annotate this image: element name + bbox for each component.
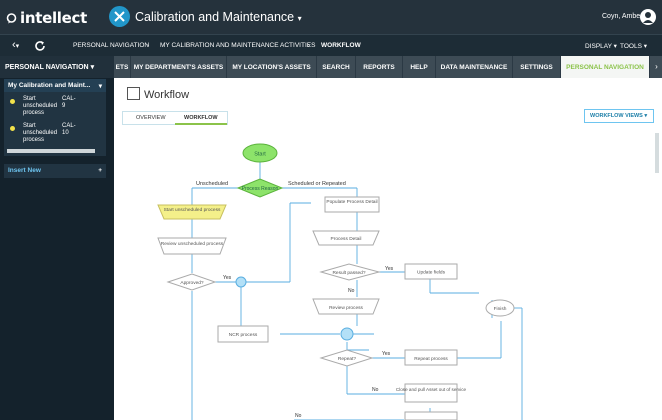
- breadcrumb-separator-icon: ›: [147, 42, 150, 49]
- display-menu[interactable]: DISPLAY ▾: [585, 42, 617, 50]
- insert-new-button[interactable]: Insert New +: [4, 164, 106, 178]
- node-start[interactable]: Start: [242, 143, 278, 163]
- sidebar: PERSONAL NAVIGATION ▾ My Calibration and…: [0, 56, 114, 420]
- svg-text:Start unscheduled process: Start unscheduled process: [164, 207, 221, 213]
- svg-text:Close and pull Asset out of se: Close and pull Asset out of service: [396, 387, 467, 392]
- back-icon[interactable]: ‹▾: [12, 40, 19, 52]
- label-yes-repeat: Yes: [382, 351, 391, 357]
- refresh-icon[interactable]: [34, 39, 46, 57]
- tab-search[interactable]: SEARCH: [317, 56, 356, 78]
- node-review-process[interactable]: Review process: [312, 298, 380, 315]
- svg-text:Approved?: Approved?: [180, 280, 204, 286]
- tab-data-maintenance[interactable]: DATA MAINTENANCE: [436, 56, 513, 78]
- node-finish[interactable]: Finish: [485, 299, 515, 317]
- breadcrumb-workflow: WORKFLOW: [321, 42, 361, 49]
- user-avatar-icon[interactable]: [640, 9, 656, 25]
- chevron-down-icon: ▾: [297, 14, 302, 23]
- svg-text:Finish: Finish: [494, 306, 507, 312]
- label-yes-approved: Yes: [223, 275, 232, 281]
- node-process-reason[interactable]: Process Reason: [236, 178, 284, 198]
- app-title[interactable]: Calibration and Maintenance ▾: [135, 10, 302, 24]
- label-no-result: No: [348, 288, 355, 294]
- sidebar-panel: My Calibration and Maint... ▾ Start unsch…: [4, 79, 106, 156]
- svg-text:Repeat process: Repeat process: [414, 356, 448, 362]
- label-unscheduled: Unscheduled: [196, 181, 228, 187]
- breadcrumb-personal-navigation[interactable]: PERSONAL NAVIGATION: [73, 42, 149, 49]
- navigation-bar: ‹▾ PERSONAL NAVIGATION › MY CALIBRATION …: [0, 34, 662, 56]
- logo-text: intellect: [20, 9, 87, 27]
- workflow-content: Workflow OVERVIEW WORKFLOW WORKFLOW VIEW…: [114, 78, 662, 420]
- tab-help[interactable]: HELP: [403, 56, 436, 78]
- junction-icon: [235, 276, 247, 288]
- tab-settings[interactable]: SETTINGS: [513, 56, 561, 78]
- top-bar: intellect Calibration and Maintenance ▾ …: [0, 0, 662, 34]
- svg-text:NCR process: NCR process: [229, 332, 258, 338]
- node-process-detail[interactable]: Process Detail: [312, 230, 380, 246]
- plus-icon: +: [98, 167, 102, 174]
- junction-icon: [340, 327, 354, 341]
- main-tabs: ETS MY DEPARTMENT'S ASSETS MY LOCATION'S…: [114, 56, 662, 78]
- tab-scroll-right-icon[interactable]: ›: [651, 56, 662, 78]
- tab-location-assets[interactable]: MY LOCATION'S ASSETS: [227, 56, 317, 78]
- tab-assets[interactable]: ETS: [114, 56, 131, 78]
- label-yes-result: Yes: [385, 266, 394, 272]
- node-repeat[interactable]: Repeat?: [319, 349, 374, 367]
- node-populate[interactable]: Populate Process Detail: [324, 196, 380, 213]
- svg-text:Result passed?: Result passed?: [332, 270, 365, 276]
- breadcrumb-activities[interactable]: MY CALIBRATION AND MAINTENANCE ACTIVITIE…: [160, 42, 315, 49]
- tab-personal-navigation[interactable]: PERSONAL NAVIGATION: [561, 56, 650, 78]
- node-ncr-process[interactable]: NCR process: [217, 325, 269, 343]
- svg-text:Process Detail: Process Detail: [331, 236, 362, 242]
- svg-text:Repeat?: Repeat?: [338, 356, 356, 362]
- node-result-passed[interactable]: Result passed?: [319, 263, 381, 281]
- status-dot-icon: [10, 126, 15, 131]
- status-dot-icon: [10, 99, 15, 104]
- sidebar-panel-scrollbar[interactable]: [7, 149, 95, 153]
- svg-text:Update fields: Update fields: [417, 270, 446, 276]
- label-no-repeat: No: [372, 387, 379, 393]
- label-scheduled: Scheduled or Repeated: [288, 181, 346, 187]
- svg-text:Start: Start: [254, 152, 266, 158]
- node-review-unscheduled[interactable]: Review unscheduled process: [157, 237, 227, 255]
- node-update-fields[interactable]: Update fields: [404, 263, 458, 280]
- node-repeat-process[interactable]: Repeat process: [404, 349, 458, 366]
- sidebar-header[interactable]: PERSONAL NAVIGATION ▾: [0, 56, 114, 78]
- app-logo[interactable]: intellect: [6, 9, 87, 27]
- svg-text:Review process: Review process: [329, 305, 363, 311]
- svg-text:Review unscheduled process: Review unscheduled process: [161, 241, 224, 247]
- breadcrumb-separator-icon: ›: [308, 42, 311, 49]
- tab-reports[interactable]: REPORTS: [356, 56, 403, 78]
- node-close-pull[interactable]: Close and pull Asset out of service: [396, 383, 467, 403]
- node-start-unscheduled[interactable]: Start unscheduled process: [157, 204, 227, 220]
- node-bottom[interactable]: [404, 411, 458, 420]
- app-module-icon: [109, 6, 130, 27]
- tools-menu[interactable]: TOOLS ▾: [620, 42, 647, 50]
- user-name[interactable]: Coyn, Amber: [602, 13, 642, 20]
- workflow-diagram: Start Process Reason Unscheduled Schedul…: [157, 143, 523, 420]
- tab-department-assets[interactable]: MY DEPARTMENT'S ASSETS: [131, 56, 227, 78]
- label-no-bottom: No: [295, 413, 302, 419]
- node-approved[interactable]: Approved?: [166, 273, 217, 291]
- chevron-down-icon: ▾: [98, 83, 102, 90]
- logo-bubble-icon: [6, 12, 17, 23]
- svg-text:Process Reason: Process Reason: [242, 186, 279, 192]
- sidebar-panel-title[interactable]: My Calibration and Maint... ▾: [4, 79, 106, 92]
- svg-text:Populate Process Detail: Populate Process Detail: [326, 199, 377, 205]
